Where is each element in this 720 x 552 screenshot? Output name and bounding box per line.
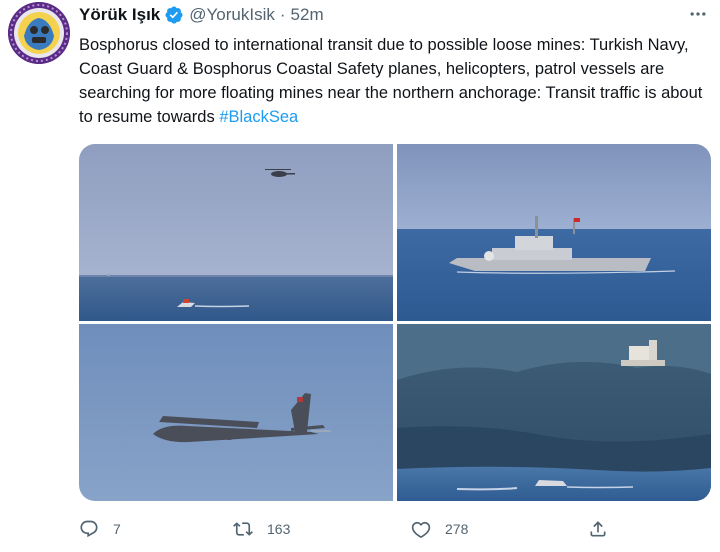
heart-icon [411, 521, 431, 539]
reply-icon [80, 520, 98, 538]
hashtag-link[interactable]: #BlackSea [219, 108, 298, 126]
tweet-header: Yörük Işık @YorukIsik · 52m [79, 3, 324, 27]
timestamp[interactable]: 52m [291, 5, 324, 25]
navy-ship-photo[interactable] [397, 144, 711, 321]
retweet-count: 163 [267, 521, 291, 537]
coastline-boat-photo[interactable] [397, 324, 711, 501]
tweet-actions: 7 163 278 [79, 516, 715, 542]
patrol-plane-photo[interactable] [79, 324, 393, 501]
media-grid [79, 144, 711, 501]
share-icon [590, 521, 606, 537]
avatar-logo-icon [8, 2, 70, 64]
retweet-button[interactable]: 163 [233, 516, 290, 542]
like-button[interactable]: 278 [411, 516, 468, 542]
helicopter-and-boat-photo[interactable] [79, 144, 393, 321]
retweet-icon [233, 522, 253, 536]
reply-button[interactable]: 7 [79, 516, 121, 542]
tweet-text: Bosphorus closed to international transi… [79, 33, 715, 129]
separator-dot: · [279, 5, 286, 24]
share-button[interactable] [588, 516, 608, 542]
verified-badge-icon [165, 6, 183, 24]
like-count: 278 [445, 521, 469, 537]
more-options-icon[interactable] [688, 4, 708, 24]
tweet-body: Bosphorus closed to international transi… [79, 36, 703, 126]
user-handle[interactable]: @YorukIsik [189, 5, 275, 25]
reply-count: 7 [113, 521, 121, 537]
tweet: Yörük Işık @YorukIsik · 52m Bosphorus cl… [0, 0, 720, 552]
display-name[interactable]: Yörük Işık [79, 5, 160, 25]
avatar[interactable] [8, 2, 70, 64]
